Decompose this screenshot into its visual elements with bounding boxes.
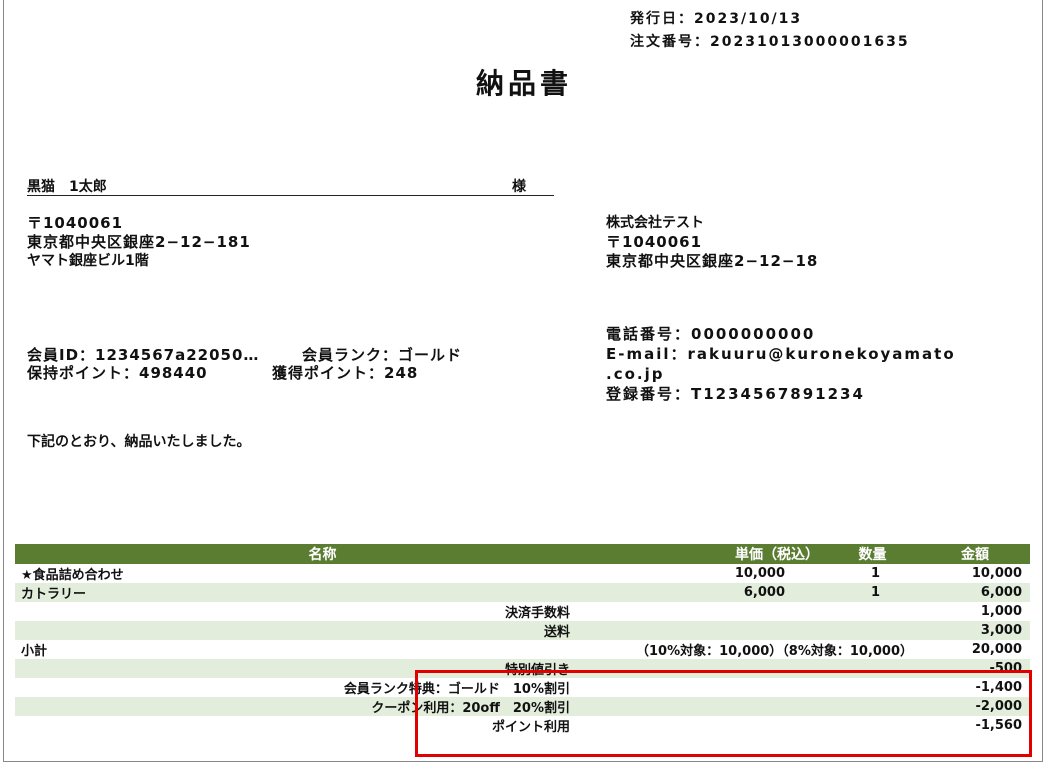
row-amount: 20,000 [920, 640, 1030, 659]
company-registration: 登録番号：T1234567891234 [606, 385, 865, 403]
row-qty: 1 [825, 564, 920, 583]
table-row: ポイント利用 -1,560 [15, 716, 1030, 735]
table-row: 特別値引き -500 [15, 659, 1030, 678]
points-earned: 獲得ポイント：248 [272, 364, 419, 382]
row-qty: 1 [825, 583, 920, 602]
issue-date: 発行日：2023/10/13 [630, 11, 803, 27]
company-address-line: 東京都中央区銀座2−12−18 [606, 252, 819, 270]
row-amount: 6,000 [920, 583, 1030, 602]
customer-address: 〒1040061 東京都中央区銀座2−12−181 ヤマト銀座ビル1階 [27, 214, 251, 271]
table-row: 送料 3,000 [15, 621, 1030, 640]
table-row: 会員ランク特典：ゴールド 10%割引 -1,400 [15, 678, 1030, 697]
header-qty: 数量 [825, 544, 920, 564]
row-label: 会員ランク特典：ゴールド 10%割引 [15, 678, 920, 697]
row-label: 送料 [15, 621, 920, 640]
header-amount: 金額 [920, 544, 1030, 564]
points-held: 保持ポイント：498440 [27, 364, 208, 382]
company-email-line1: E-mail：rakuuru@kuronekoyamato [606, 345, 956, 363]
company-address: 株式会社テスト 〒1040061 東京都中央区銀座2−12−18 [606, 214, 818, 271]
table-row: 決済手数料 1,000 [15, 602, 1030, 621]
member-id: 会員ID：1234567a22050… [27, 346, 260, 364]
row-unit-price: 10,000 [630, 564, 825, 583]
row-amount: 1,000 [920, 602, 1030, 621]
customer-address-line2: ヤマト銀座ビル1階 [27, 253, 149, 269]
company-phone: 電話番号：0000000000 [606, 325, 816, 343]
customer-postal: 〒1040061 [27, 214, 124, 232]
company-contact: 電話番号：0000000000 E-mail：rakuuru@kuronekoy… [606, 324, 956, 404]
member-rank: 会員ランク：ゴールド [302, 346, 463, 364]
row-amount: -1,560 [920, 716, 1030, 735]
row-label: 決済手数料 [15, 602, 920, 621]
table-row: クーポン利用：20off 20%割引 -2,000 [15, 697, 1030, 716]
remark-text: 下記のとおり、納品いたしました。 [27, 434, 251, 450]
table-row: カトラリー 6,000 1 6,000 [15, 583, 1030, 602]
row-amount: -2,000 [920, 697, 1030, 716]
header-unit-price: 単価（税込） [630, 544, 825, 564]
table-row: 小計 （10%対象：10,000）（8%対象：10,000） 20,000 [15, 640, 1030, 659]
row-name: 小計 [15, 640, 630, 659]
customer-underline [27, 195, 554, 196]
company-email-line2: .co.jp [606, 365, 665, 383]
row-label: ポイント利用 [15, 716, 920, 735]
header-name: 名称 [15, 544, 630, 564]
document-title: 納品書 [475, 67, 572, 100]
row-name: ★食品詰め合わせ [15, 564, 630, 583]
items-table-body: ★食品詰め合わせ 10,000 1 10,000 カトラリー 6,000 1 6,000 決済手… [15, 564, 1030, 735]
row-unit-price: 6,000 [630, 583, 825, 602]
row-label: クーポン利用：20off 20%割引 [15, 697, 920, 716]
customer-name: 黒猫 1太郎 [27, 179, 107, 195]
row-unit-price: （10%対象：10,000）（8%対象：10,000） [630, 640, 920, 659]
company-name: 株式会社テスト [606, 215, 704, 231]
row-amount: 10,000 [920, 564, 1030, 583]
row-amount: 3,000 [920, 621, 1030, 640]
row-amount: -500 [920, 659, 1030, 678]
table-header-row: 名称 単価（税込） 数量 金額 [15, 544, 1030, 564]
table-row: ★食品詰め合わせ 10,000 1 10,000 [15, 564, 1030, 583]
order-number: 注文番号：20231013000001635 [630, 34, 910, 50]
company-postal: 〒1040061 [606, 233, 703, 251]
row-name: カトラリー [15, 583, 630, 602]
honorific: 様 [512, 179, 526, 195]
row-label: 特別値引き [15, 659, 920, 678]
member-info: 会員ID：1234567a22050… 保持ポイント：498440 [27, 346, 259, 382]
items-table: 名称 単価（税込） 数量 金額 ★食品詰め合わせ 10,000 1 10,000 カトラ… [15, 544, 1030, 735]
row-amount: -1,400 [920, 678, 1030, 697]
customer-address-line1: 東京都中央区銀座2−12−181 [27, 233, 251, 251]
member-info-right: 会員ランク：ゴールド 獲得ポイント：248 [272, 346, 463, 382]
